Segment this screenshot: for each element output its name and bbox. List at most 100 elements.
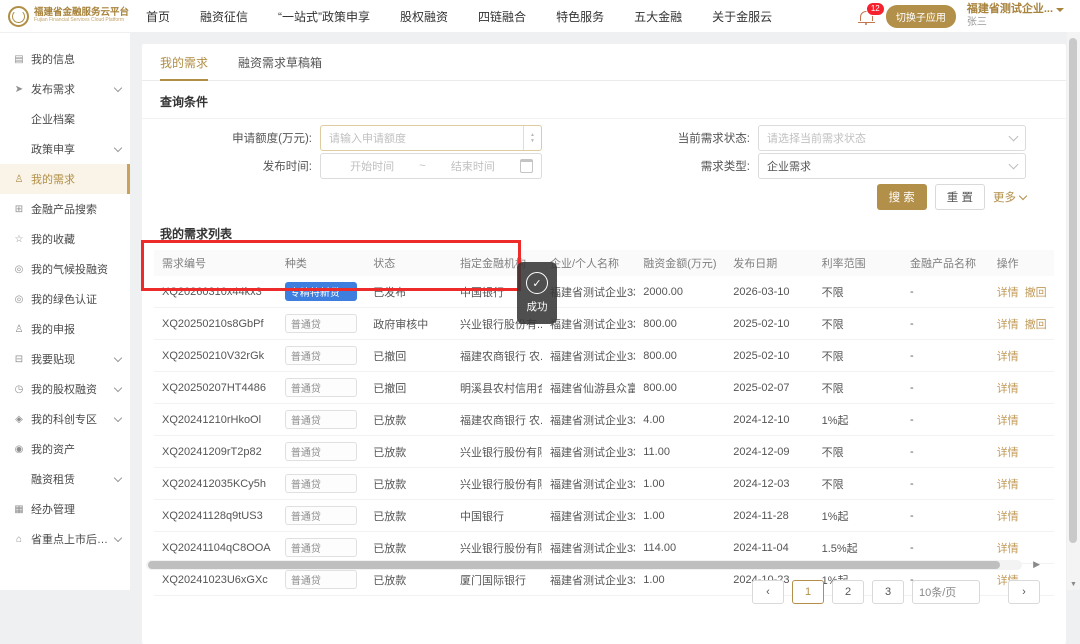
sidebar-item[interactable]: ◈ 我的科创专区 bbox=[0, 404, 130, 434]
more-filters-link[interactable]: 更多 bbox=[993, 189, 1028, 205]
type-badge: 普通贷 bbox=[284, 410, 358, 429]
filter-form: 申请额度(万元): 请输入申请额度 ▲▼ 当前需求状态: 请选择当前需求状态 bbox=[160, 119, 1048, 211]
success-toast: ✓ 成功 bbox=[517, 262, 557, 324]
table-row[interactable]: XQ20250210s8GbPf 普通贷 政府审核中 兴业银行股份有... 福建省测试企… bbox=[154, 308, 1054, 340]
nav-item[interactable]: 股权融资 bbox=[400, 8, 448, 25]
page-size-select[interactable]: 10条/页 bbox=[912, 580, 980, 604]
page-next-button[interactable]: › bbox=[1008, 580, 1040, 604]
sidebar-item[interactable]: ⊞ 金融产品搜索 bbox=[0, 194, 130, 224]
sidebar-item[interactable]: ➤ 发布需求 bbox=[0, 74, 130, 104]
horizontal-scrollbar-thumb[interactable] bbox=[148, 561, 1000, 569]
page-prev-button[interactable]: ‹ bbox=[752, 580, 784, 604]
cell-bank: 厦门国际银行 bbox=[459, 574, 526, 587]
nav-item[interactable]: 关于金服云 bbox=[712, 8, 772, 25]
detail-link[interactable]: 详情 bbox=[997, 447, 1019, 459]
chevron-down-icon bbox=[113, 83, 123, 93]
scroll-down-arrow-icon[interactable]: ▼ bbox=[1067, 581, 1080, 588]
table-row[interactable]: XQ20241128q9tUS3 普通贷 已放款 中国银行 福建省测试企业33... 1.… bbox=[154, 500, 1054, 532]
sidebar-item[interactable]: 企业档案 bbox=[0, 104, 130, 134]
cell-company: 福建省测试企业33... bbox=[549, 478, 635, 491]
detail-link[interactable]: 详情 bbox=[997, 415, 1019, 427]
vertical-scrollbar[interactable]: ▼ bbox=[1067, 32, 1080, 590]
table-row[interactable]: XQ202412035KCy5h 普通贷 已放款 兴业银行股份有限... 福建省测试企业… bbox=[154, 468, 1054, 500]
table-row[interactable]: XQ20250210V32rGk 普通贷 已撤回 福建农商银行 农... 福建省测试企业… bbox=[154, 340, 1054, 372]
nav-item[interactable]: “一站式”政策申享 bbox=[278, 8, 370, 25]
sidebar-item-label: 我的科创专区 bbox=[31, 414, 97, 426]
search-button[interactable]: 搜 索 bbox=[876, 184, 927, 210]
cell-amount: 11.00 bbox=[643, 445, 670, 458]
cell-product: - bbox=[909, 349, 914, 362]
table-row[interactable]: XQ20241210rHkoOl 普通贷 已放款 福建农商银行 农... 福建省测试企业… bbox=[154, 404, 1054, 436]
cell-rate: 不限 bbox=[821, 382, 844, 395]
table-row[interactable]: XQ20260310x44kx3专精特新贷已发布中国银行福建省测试企业33...… bbox=[154, 276, 1054, 308]
amount-input[interactable]: 请输入申请额度 ▲ ▼ bbox=[320, 125, 542, 151]
cell-demand-id: XQ202412035KCy5h bbox=[162, 477, 266, 490]
table-row[interactable]: XQ20250207HT4486 普通贷 已撤回 明溪县农村信用合... 福建省仙游县众… bbox=[154, 372, 1054, 404]
cell-status: 已发布 bbox=[373, 286, 407, 299]
cell-type: 普通贷 bbox=[277, 346, 365, 365]
detail-link[interactable]: 详情 bbox=[997, 351, 1019, 363]
sidebar-item[interactable]: ▤ 我的信息 bbox=[0, 44, 130, 74]
detail-link[interactable]: 详情 bbox=[997, 287, 1019, 299]
cell-type: 普通贷 bbox=[277, 314, 365, 333]
sidebar-item[interactable]: ◎ 我的绿色认证 bbox=[0, 284, 130, 314]
sidebar-item[interactable]: 融资租赁 bbox=[0, 464, 130, 494]
sidebar-item[interactable]: ▦ 经办管理 bbox=[0, 494, 130, 524]
nav-item[interactable]: 四链融合 bbox=[478, 8, 526, 25]
horizontal-scrollbar[interactable]: ▶ bbox=[146, 559, 1040, 570]
withdraw-link[interactable]: 撤回 bbox=[1025, 287, 1047, 299]
detail-link[interactable]: 详情 bbox=[997, 543, 1019, 555]
nav-item[interactable]: 五大金融 bbox=[634, 8, 682, 25]
nav-item[interactable]: 特色服务 bbox=[556, 8, 604, 25]
sidebar-item[interactable]: ⊟ 我要贴现 bbox=[0, 344, 130, 374]
detail-link[interactable]: 详情 bbox=[997, 511, 1019, 523]
chevron-down-icon bbox=[113, 533, 123, 543]
sidebar-item[interactable]: ☆ 我的收藏 bbox=[0, 224, 130, 254]
demand-type-select[interactable]: 企业需求 bbox=[758, 153, 1026, 179]
nav-item[interactable]: 融资征信 bbox=[200, 8, 248, 25]
cell-rate: 1%起 bbox=[821, 414, 849, 427]
nav-item[interactable]: 首页 bbox=[146, 8, 170, 25]
sidebar-item[interactable]: ♙ 我的申报 bbox=[0, 314, 130, 344]
user-menu[interactable]: 福建省测试企业... 张三 bbox=[967, 3, 1064, 29]
tab[interactable]: 我的需求 bbox=[160, 44, 209, 81]
cell-type: 普通贷 bbox=[277, 410, 365, 429]
detail-link[interactable]: 详情 bbox=[997, 319, 1019, 331]
sidebar-item[interactable]: ◷ 我的股权融资 bbox=[0, 374, 130, 404]
sidebar-item[interactable]: 政策申享 bbox=[0, 134, 130, 164]
sidebar-item[interactable]: ♙ 我的需求 bbox=[0, 164, 130, 194]
sidebar-item[interactable]: ◉ 我的资产 bbox=[0, 434, 130, 464]
table-row[interactable]: XQ20241209rT2p82 普通贷 已放款 兴业银行股份有限... 福建省测试企业… bbox=[154, 436, 1054, 468]
tab[interactable]: 融资需求草稿箱 bbox=[238, 44, 322, 80]
cell-rate: 不限 bbox=[821, 446, 844, 459]
detail-link[interactable]: 详情 bbox=[997, 479, 1019, 491]
toast-text: 成功 bbox=[526, 301, 548, 313]
page-number-button[interactable]: 3 bbox=[872, 580, 904, 604]
user-org-name: 福建省测试企业... bbox=[966, 2, 1053, 15]
scroll-right-arrow-icon[interactable]: ▶ bbox=[1033, 559, 1040, 570]
chevron-down-icon bbox=[113, 143, 123, 153]
cell-product: - bbox=[909, 477, 914, 490]
publish-date-range-input[interactable]: 开始时间 ~ 结束时间 bbox=[320, 153, 542, 179]
detail-link[interactable]: 详情 bbox=[997, 383, 1019, 395]
page-number-button[interactable]: 2 bbox=[832, 580, 864, 604]
switch-subapp-button[interactable]: 切换子应用 bbox=[885, 4, 956, 28]
notification-bell-icon[interactable]: 12 bbox=[857, 2, 885, 25]
sidebar-item[interactable]: ◎ 我的气候投融资 bbox=[0, 254, 130, 284]
cell-bank: 兴业银行股份有限... bbox=[459, 542, 542, 555]
reset-button[interactable]: 重 置 bbox=[934, 184, 985, 210]
page-number-button[interactable]: 1 bbox=[792, 580, 824, 604]
withdraw-link[interactable]: 撤回 bbox=[1025, 319, 1047, 331]
column-header: 状态 bbox=[373, 258, 396, 270]
amount-label: 申请额度(万元): bbox=[232, 133, 312, 145]
number-stepper[interactable]: ▲ ▼ bbox=[523, 126, 541, 150]
status-placeholder: 请选择当前需求状态 bbox=[767, 133, 866, 145]
list-section-title: 我的需求列表 bbox=[160, 227, 233, 241]
sidebar-item[interactable]: ⌂ 省重点上市后备企... bbox=[0, 524, 130, 554]
publish-date-label: 发布时间: bbox=[262, 161, 312, 173]
date-start-placeholder: 开始时间 bbox=[350, 161, 395, 173]
cell-date: 2024-12-03 bbox=[733, 477, 790, 490]
status-select[interactable]: 请选择当前需求状态 bbox=[758, 125, 1026, 151]
notification-badge: 12 bbox=[865, 2, 885, 16]
vertical-scrollbar-thumb[interactable] bbox=[1069, 38, 1077, 543]
